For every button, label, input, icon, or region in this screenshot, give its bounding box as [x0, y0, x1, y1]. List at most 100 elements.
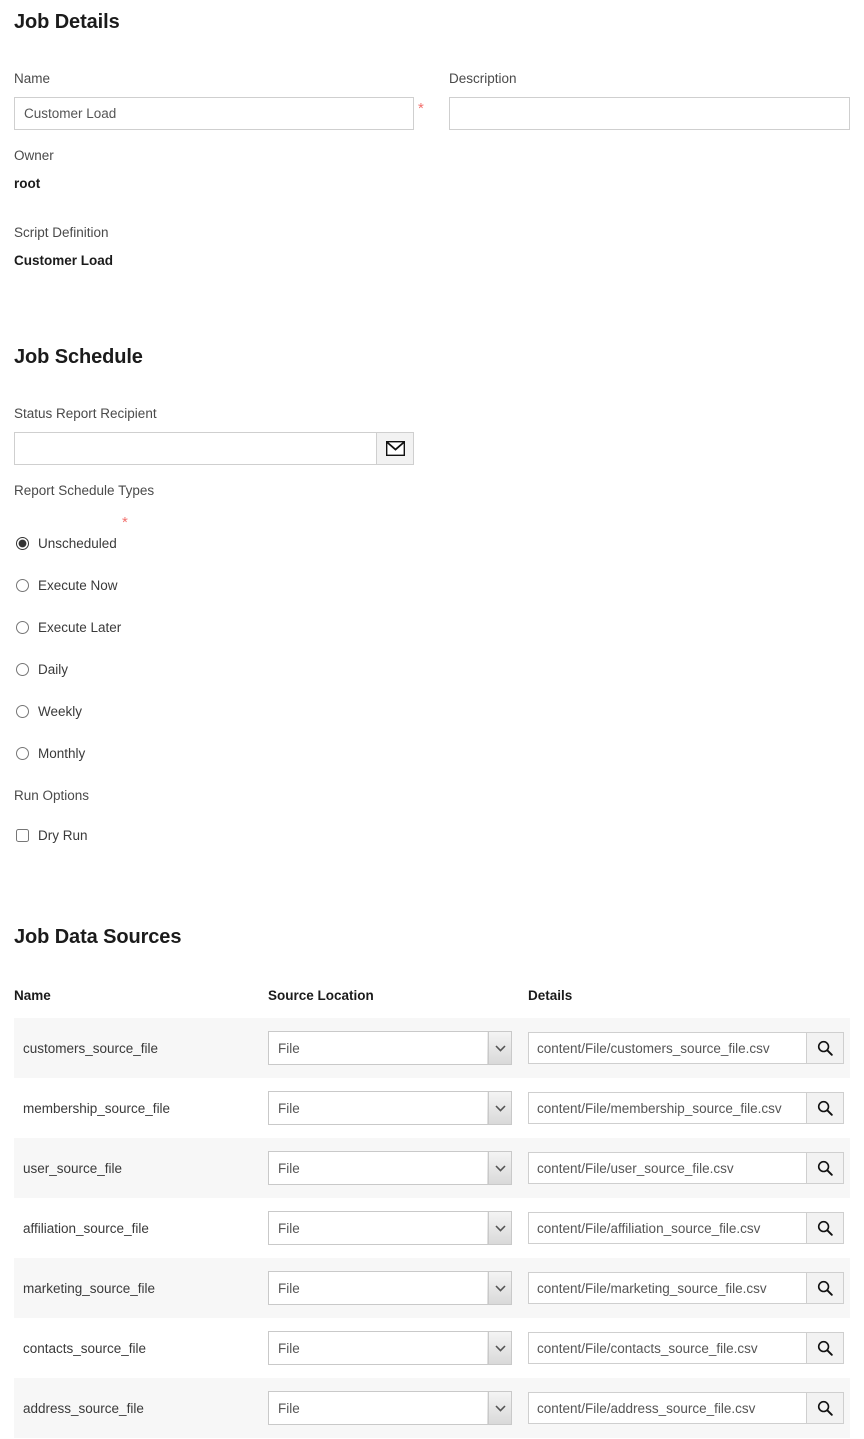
source-location-cell: File: [268, 1271, 528, 1305]
search-button[interactable]: [807, 1212, 844, 1244]
search-button[interactable]: [807, 1332, 844, 1364]
search-button[interactable]: [807, 1152, 844, 1184]
source-location-select[interactable]: File: [268, 1271, 512, 1305]
description-label: Description: [449, 71, 517, 86]
dry-run-label[interactable]: Dry Run: [38, 828, 88, 843]
schedule-type-radio[interactable]: [16, 578, 29, 592]
source-location-select-wrap: File: [268, 1211, 512, 1245]
source-location-select[interactable]: File: [268, 1151, 512, 1185]
schedule-type-radio[interactable]: [16, 662, 29, 676]
schedule-type-label[interactable]: Execute Later: [38, 620, 121, 635]
name-required-asterisk: *: [418, 100, 424, 117]
name-input[interactable]: [14, 97, 414, 130]
table-header-row: Name Source Location Details: [14, 986, 850, 1018]
data-source-name: contacts_source_file: [23, 1340, 147, 1356]
data-source-name: membership_source_file: [23, 1100, 171, 1116]
status-report-recipient-input[interactable]: [14, 432, 377, 465]
details-input[interactable]: [528, 1032, 807, 1064]
details-input[interactable]: [528, 1272, 807, 1304]
status-report-recipient-label: Status Report Recipient: [14, 406, 157, 421]
data-source-name: user_source_file: [23, 1160, 123, 1176]
schedule-type-option-execute-later[interactable]: Execute Later: [14, 606, 314, 648]
details-input[interactable]: [528, 1332, 807, 1364]
name-label: Name: [14, 71, 51, 86]
data-source-name: affiliation_source_file: [23, 1220, 149, 1236]
schedule-type-label[interactable]: Daily: [38, 662, 68, 677]
magnifier-icon: [817, 1400, 833, 1416]
details-cell: [528, 1212, 850, 1244]
source-location-select[interactable]: File: [268, 1211, 512, 1245]
run-option-dry-run[interactable]: Dry Run: [14, 821, 88, 849]
schedule-type-radio[interactable]: [16, 704, 29, 718]
details-input[interactable]: [528, 1092, 807, 1124]
description-input[interactable]: [449, 97, 850, 130]
column-header-name: Name: [14, 988, 51, 1003]
magnifier-icon: [817, 1220, 833, 1236]
schedule-type-radio[interactable]: [16, 746, 29, 760]
job-data-sources-table: Name Source Location Details customers_s…: [14, 986, 850, 1438]
job-data-sources-section-title: Job Data Sources: [14, 926, 182, 948]
job-editor-page: Job Details Name * Description Owner roo…: [0, 0, 864, 1439]
source-location-cell: File: [268, 1151, 528, 1185]
table-row: address_source_file File: [14, 1378, 850, 1438]
column-header-details: Details: [528, 988, 573, 1003]
run-options-label: Run Options: [14, 788, 90, 803]
details-input[interactable]: [528, 1152, 807, 1184]
envelope-icon-button[interactable]: [377, 432, 414, 465]
details-cell: [528, 1152, 850, 1184]
schedule-type-label[interactable]: Monthly: [38, 746, 85, 761]
source-location-select[interactable]: File: [268, 1091, 512, 1125]
magnifier-icon: [817, 1100, 833, 1116]
search-button[interactable]: [807, 1272, 844, 1304]
schedule-type-radio[interactable]: [16, 536, 29, 550]
script-definition-label: Script Definition: [14, 225, 109, 240]
table-row: marketing_source_file File: [14, 1258, 850, 1318]
source-location-select[interactable]: File: [268, 1391, 512, 1425]
table-row: affiliation_source_file File: [14, 1198, 850, 1258]
details-cell: [528, 1032, 850, 1064]
magnifier-icon: [817, 1160, 833, 1176]
report-schedule-types-radio-group: Unscheduled Execute Now Execute Later Da…: [14, 522, 314, 774]
magnifier-icon: [817, 1040, 833, 1056]
details-input[interactable]: [528, 1212, 807, 1244]
source-location-select[interactable]: File: [268, 1331, 512, 1365]
details-input[interactable]: [528, 1392, 807, 1424]
source-location-select-wrap: File: [268, 1391, 512, 1425]
schedule-type-option-monthly[interactable]: Monthly: [14, 732, 314, 774]
details-cell: [528, 1332, 850, 1364]
magnifier-icon: [817, 1280, 833, 1296]
source-location-select[interactable]: File: [268, 1031, 512, 1065]
data-source-name: marketing_source_file: [23, 1280, 156, 1296]
schedule-type-option-unscheduled[interactable]: Unscheduled: [14, 522, 314, 564]
details-cell: [528, 1272, 850, 1304]
magnifier-icon: [817, 1340, 833, 1356]
source-location-cell: File: [268, 1331, 528, 1365]
search-button[interactable]: [807, 1392, 844, 1424]
script-definition-value: Customer Load: [14, 253, 114, 268]
source-location-select-wrap: File: [268, 1151, 512, 1185]
schedule-type-label[interactable]: Weekly: [38, 704, 82, 719]
dry-run-checkbox[interactable]: [16, 828, 29, 842]
source-location-cell: File: [268, 1391, 528, 1425]
column-header-source-location: Source Location: [268, 988, 374, 1003]
schedule-type-option-execute-now[interactable]: Execute Now: [14, 564, 314, 606]
table-row: membership_source_file File: [14, 1078, 850, 1138]
schedule-type-option-daily[interactable]: Daily: [14, 648, 314, 690]
search-button[interactable]: [807, 1032, 844, 1064]
schedule-type-label[interactable]: Unscheduled: [38, 536, 117, 551]
envelope-icon: [385, 441, 405, 456]
source-location-select-wrap: File: [268, 1331, 512, 1365]
source-location-cell: File: [268, 1031, 528, 1065]
job-schedule-section-title: Job Schedule: [14, 346, 143, 368]
data-source-name: address_source_file: [23, 1400, 144, 1416]
table-row: user_source_file File: [14, 1138, 850, 1198]
table-row: contacts_source_file File: [14, 1318, 850, 1378]
table-row: customers_source_file File: [14, 1018, 850, 1078]
schedule-type-radio[interactable]: [16, 620, 29, 634]
schedule-type-label[interactable]: Execute Now: [38, 578, 118, 593]
source-location-select-wrap: File: [268, 1091, 512, 1125]
details-cell: [528, 1092, 850, 1124]
run-options-group: Dry Run: [14, 821, 88, 849]
schedule-type-option-weekly[interactable]: Weekly: [14, 690, 314, 732]
search-button[interactable]: [807, 1092, 844, 1124]
